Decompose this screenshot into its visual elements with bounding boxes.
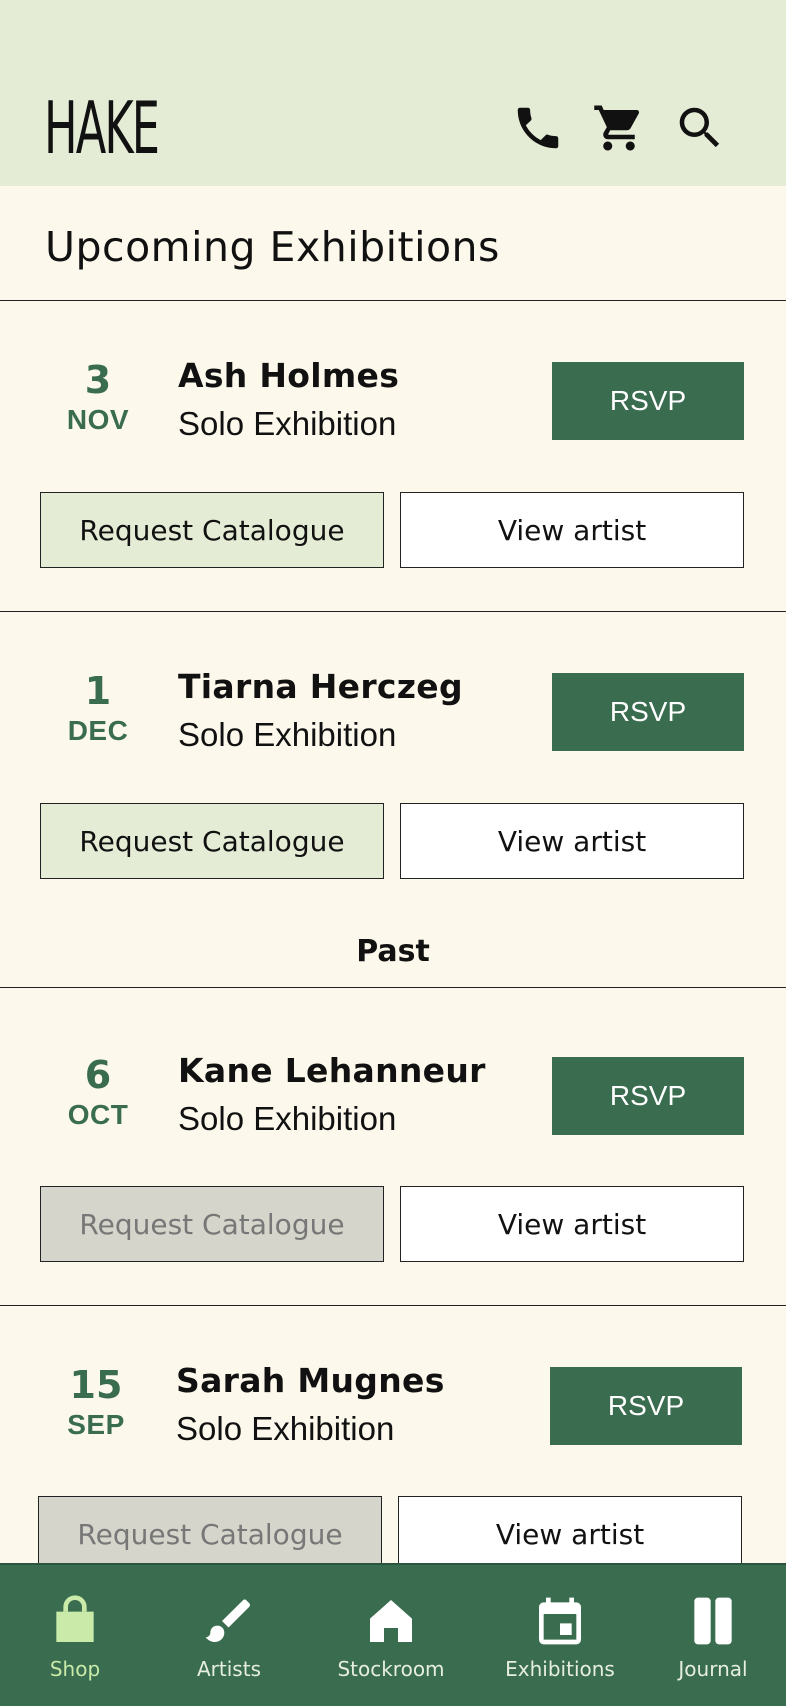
nav-item-journal[interactable]: Journal: [638, 1565, 786, 1706]
calendar-icon: [532, 1593, 588, 1649]
search-icon[interactable]: [673, 101, 727, 155]
exhibition-month: SEP: [67, 1409, 125, 1440]
nav-label: Shop: [49, 1657, 101, 1681]
paintbrush-icon: [201, 1593, 257, 1649]
rsvp-button[interactable]: RSVP: [552, 362, 744, 440]
view-artist-button[interactable]: View artist: [400, 1186, 744, 1262]
page-title: Upcoming Exhibitions: [45, 223, 500, 271]
exhibition-card: 15 SEP Sarah Mugnes Solo Exhibition RSVP…: [0, 1305, 784, 1572]
exhibition-month: NOV: [66, 404, 130, 435]
exhibition-month: DEC: [67, 715, 129, 746]
exhibition-month: OCT: [67, 1099, 129, 1130]
request-catalogue-button[interactable]: Request Catalogue: [40, 492, 384, 568]
exhibition-type: Solo Exhibition: [178, 1100, 397, 1137]
exhibition-type: Solo Exhibition: [178, 716, 397, 753]
view-artist-button[interactable]: View artist: [398, 1496, 742, 1572]
nav-label: Exhibitions: [505, 1657, 615, 1681]
exhibition-card: 1 DEC Tiarna Herczeg Solo Exhibition RSV…: [0, 611, 786, 911]
phone-icon[interactable]: [511, 101, 565, 155]
artist-name: Kane Lehanneur: [178, 1051, 486, 1090]
nav-item-artists[interactable]: Artists: [154, 1565, 304, 1706]
hake-logo[interactable]: HAKE: [44, 88, 160, 168]
rsvp-button[interactable]: RSVP: [550, 1367, 742, 1445]
exhibition-type: Solo Exhibition: [176, 1410, 395, 1447]
nav-label: Journal: [678, 1657, 748, 1681]
past-section-heading: Past: [356, 934, 430, 969]
home-icon: [363, 1593, 419, 1649]
app-header: HAKE: [0, 0, 786, 186]
exhibition-day: 6: [84, 1053, 112, 1097]
artist-name: Ash Holmes: [178, 356, 400, 395]
bottom-navigation: Shop Artists Stockroom Exhibitions Journ…: [0, 1563, 786, 1706]
request-catalogue-button[interactable]: Request Catalogue: [38, 1496, 382, 1572]
exhibition-type: Solo Exhibition: [178, 405, 397, 442]
exhibition-day: 15: [69, 1363, 123, 1407]
nav-label: Artists: [197, 1657, 261, 1681]
exhibition-card: 3 NOV Ash Holmes Solo Exhibition RSVP Re…: [0, 300, 786, 611]
book-icon: [685, 1593, 741, 1649]
cart-icon[interactable]: [592, 101, 646, 155]
nav-item-shop[interactable]: Shop: [0, 1565, 150, 1706]
exhibition-day: 1: [84, 669, 112, 713]
artist-name: Sarah Mugnes: [176, 1361, 445, 1400]
request-catalogue-button[interactable]: Request Catalogue: [40, 803, 384, 879]
view-artist-button[interactable]: View artist: [400, 492, 744, 568]
rsvp-button[interactable]: RSVP: [552, 1057, 744, 1135]
view-artist-button[interactable]: View artist: [400, 803, 744, 879]
artist-name: Tiarna Herczeg: [178, 667, 463, 706]
exhibition-card: 6 OCT Kane Lehanneur Solo Exhibition RSV…: [0, 987, 786, 1305]
nav-item-stockroom[interactable]: Stockroom: [316, 1565, 466, 1706]
shopping-bag-icon: [47, 1593, 103, 1649]
nav-item-exhibitions[interactable]: Exhibitions: [485, 1565, 635, 1706]
exhibition-day: 3: [84, 358, 112, 402]
request-catalogue-button[interactable]: Request Catalogue: [40, 1186, 384, 1262]
rsvp-button[interactable]: RSVP: [552, 673, 744, 751]
nav-label: Stockroom: [337, 1657, 445, 1681]
